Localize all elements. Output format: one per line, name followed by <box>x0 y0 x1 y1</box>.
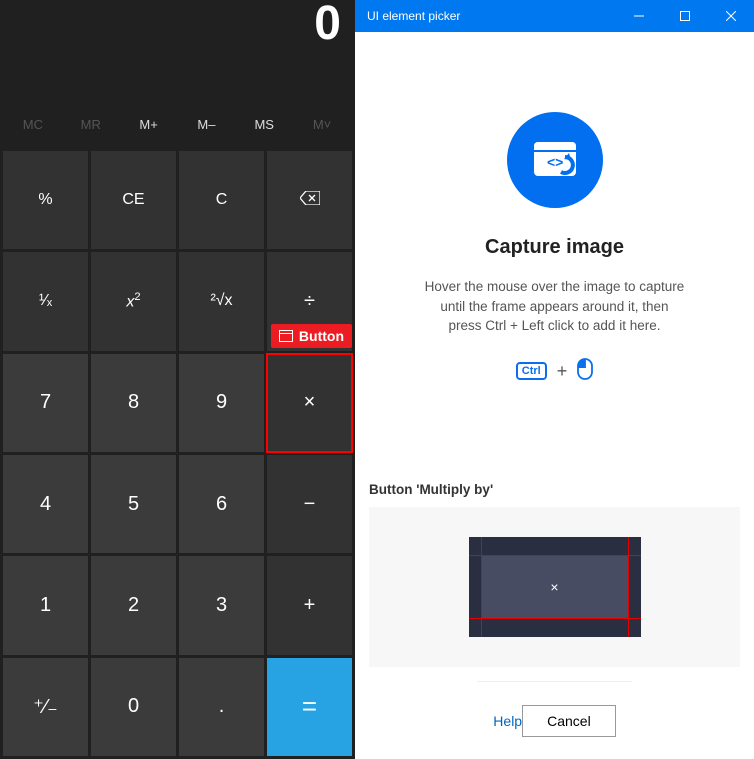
multiply-button[interactable]: Button × <box>267 354 352 452</box>
digit-1-button[interactable]: 1 <box>3 556 88 654</box>
maximize-button[interactable] <box>662 0 708 32</box>
digit-4-button[interactable]: 4 <box>3 455 88 553</box>
digit-6-button[interactable]: 6 <box>179 455 264 553</box>
minimize-icon <box>634 11 644 21</box>
digit-8-button[interactable]: 8 <box>91 354 176 452</box>
memory-subtract[interactable]: M– <box>177 117 235 132</box>
plus-icon: + <box>557 361 568 382</box>
backspace-button[interactable] <box>267 151 352 249</box>
digit-9-button[interactable]: 9 <box>179 354 264 452</box>
capture-heading: Capture image <box>485 236 624 259</box>
picker-footer: Help Cancel <box>477 681 631 759</box>
clear-button[interactable]: C <box>179 151 264 249</box>
digit-0-button[interactable]: 0 <box>91 658 176 756</box>
clear-entry-button[interactable]: CE <box>91 151 176 249</box>
square-button[interactable]: x2 <box>91 252 176 350</box>
titlebar: UI element picker <box>355 0 754 32</box>
shortcut-hint: Ctrl + <box>516 358 593 385</box>
cancel-button[interactable]: Cancel <box>522 705 616 737</box>
subtract-button[interactable]: − <box>267 455 352 553</box>
capture-description: Hover the mouse over the image to captur… <box>425 277 685 336</box>
mouse-icon <box>577 358 593 385</box>
calculator-window: 0 MC MR M+ M– MS M˅ % CE C ¹⁄ₓ x2 ²√x ÷ … <box>0 0 355 759</box>
square-label: x2 <box>126 291 140 311</box>
close-icon <box>726 11 736 21</box>
digit-7-button[interactable]: 7 <box>3 354 88 452</box>
memory-recall: MR <box>62 117 120 132</box>
calc-display: 0 <box>0 0 355 100</box>
memory-bar: MC MR M+ M– MS M˅ <box>0 100 355 148</box>
capture-image-icon: <> <box>507 112 603 208</box>
captured-element-label: Button 'Multiply by' <box>369 482 740 497</box>
add-button[interactable]: + <box>267 556 352 654</box>
digit-3-button[interactable]: 3 <box>179 556 264 654</box>
calc-keypad: % CE C ¹⁄ₓ x2 ²√x ÷ 7 8 9 Button × 4 5 6… <box>0 148 355 759</box>
captured-thumbnail-box: × <box>369 507 740 667</box>
minimize-button[interactable] <box>616 0 662 32</box>
memory-add[interactable]: M+ <box>120 117 178 132</box>
memory-store[interactable]: MS <box>235 117 293 132</box>
negate-button[interactable]: ⁺⁄₋ <box>3 658 88 756</box>
memory-clear: MC <box>4 117 62 132</box>
captured-section: Button 'Multiply by' × <box>355 482 754 667</box>
sqrt-button[interactable]: ²√x <box>179 252 264 350</box>
picker-window: UI element picker <> Capture image Hover… <box>355 0 754 759</box>
window-title: UI element picker <box>367 9 460 23</box>
captured-thumbnail: × <box>469 537 641 637</box>
digit-5-button[interactable]: 5 <box>91 455 176 553</box>
digit-2-button[interactable]: 2 <box>91 556 176 654</box>
memory-list: M˅ <box>293 117 351 132</box>
equals-button[interactable]: = <box>267 658 352 756</box>
window-icon <box>279 330 293 342</box>
multiply-label: × <box>304 391 316 414</box>
backspace-icon <box>300 191 320 210</box>
picker-highlight-label: Button <box>271 324 352 348</box>
maximize-icon <box>680 11 690 21</box>
picker-body: <> Capture image Hover the mouse over th… <box>355 32 754 759</box>
decimal-button[interactable]: . <box>179 658 264 756</box>
thumb-multiply-icon: × <box>550 579 558 595</box>
svg-text:<>: <> <box>547 154 563 170</box>
help-link[interactable]: Help <box>493 713 522 729</box>
reciprocal-button[interactable]: ¹⁄ₓ <box>3 252 88 350</box>
close-button[interactable] <box>708 0 754 32</box>
ctrl-key-icon: Ctrl <box>516 362 547 380</box>
percent-button[interactable]: % <box>3 151 88 249</box>
